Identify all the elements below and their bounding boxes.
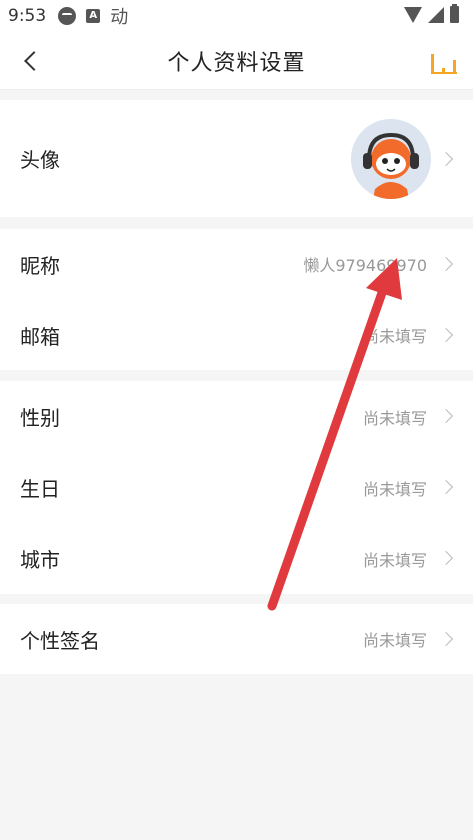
level-button[interactable] [427, 44, 461, 78]
avatar [351, 119, 431, 199]
gender-value: 尚未填写 [362, 408, 427, 428]
avatar-row[interactable]: 头像 [0, 100, 473, 217]
avatar-label: 头像 [20, 148, 60, 172]
signal-icon [428, 6, 444, 23]
status-time: 9:53 [8, 6, 47, 26]
birthday-label: 生日 [20, 477, 60, 501]
avatar-section: 头像 [0, 100, 473, 217]
chevron-right-icon [438, 151, 454, 167]
status-bar: 9:53 A 动 [0, 0, 473, 32]
notification-a-icon: A [86, 9, 101, 23]
nav-bar: 个人资料设置 [0, 32, 473, 90]
email-row[interactable]: 邮箱 尚未填写 [0, 300, 473, 370]
chevron-right-icon [438, 479, 454, 495]
battery-icon [450, 4, 459, 23]
city-label: 城市 [20, 548, 60, 572]
account-section: 昵称 懒人979469970 邮箱 尚未填写 [0, 229, 473, 370]
nickname-label: 昵称 [20, 253, 60, 278]
chevron-right-icon [438, 408, 454, 424]
avatar-character-icon [351, 119, 431, 199]
status-right-group [404, 4, 459, 23]
profile-section: 性别 尚未填写 生日 尚未填写 城市 尚未填写 [0, 381, 473, 594]
gender-label: 性别 [20, 406, 60, 430]
page-title: 个人资料设置 [167, 50, 306, 76]
nickname-row[interactable]: 昵称 懒人979469970 [0, 229, 473, 299]
nickname-value: 懒人979469970 [303, 256, 427, 275]
email-value: 尚未填写 [362, 327, 427, 346]
city-value: 尚未填写 [362, 550, 427, 570]
email-label: 邮箱 [20, 324, 60, 349]
back-button[interactable] [14, 44, 48, 78]
chevron-right-icon [438, 327, 454, 343]
birthday-value: 尚未填写 [362, 479, 427, 499]
gender-row[interactable]: 性别 尚未填写 [0, 381, 473, 452]
chevron-right-icon [438, 550, 454, 566]
chevron-right-icon [438, 256, 454, 272]
level-bars-icon [431, 54, 457, 74]
city-row[interactable]: 城市 尚未填写 [0, 523, 473, 594]
back-chevron-icon [24, 51, 44, 71]
signature-label: 个性签名 [20, 628, 100, 653]
signature-section: 个性签名 尚未填写 [0, 604, 473, 674]
chevron-right-icon [438, 631, 454, 647]
notification-app-icon [58, 7, 77, 25]
wifi-icon [404, 6, 422, 23]
signature-row[interactable]: 个性签名 尚未填写 [0, 604, 473, 674]
notification-dong-icon: 动 [110, 7, 129, 28]
signature-value: 尚未填写 [362, 631, 427, 650]
birthday-row[interactable]: 生日 尚未填写 [0, 452, 473, 523]
